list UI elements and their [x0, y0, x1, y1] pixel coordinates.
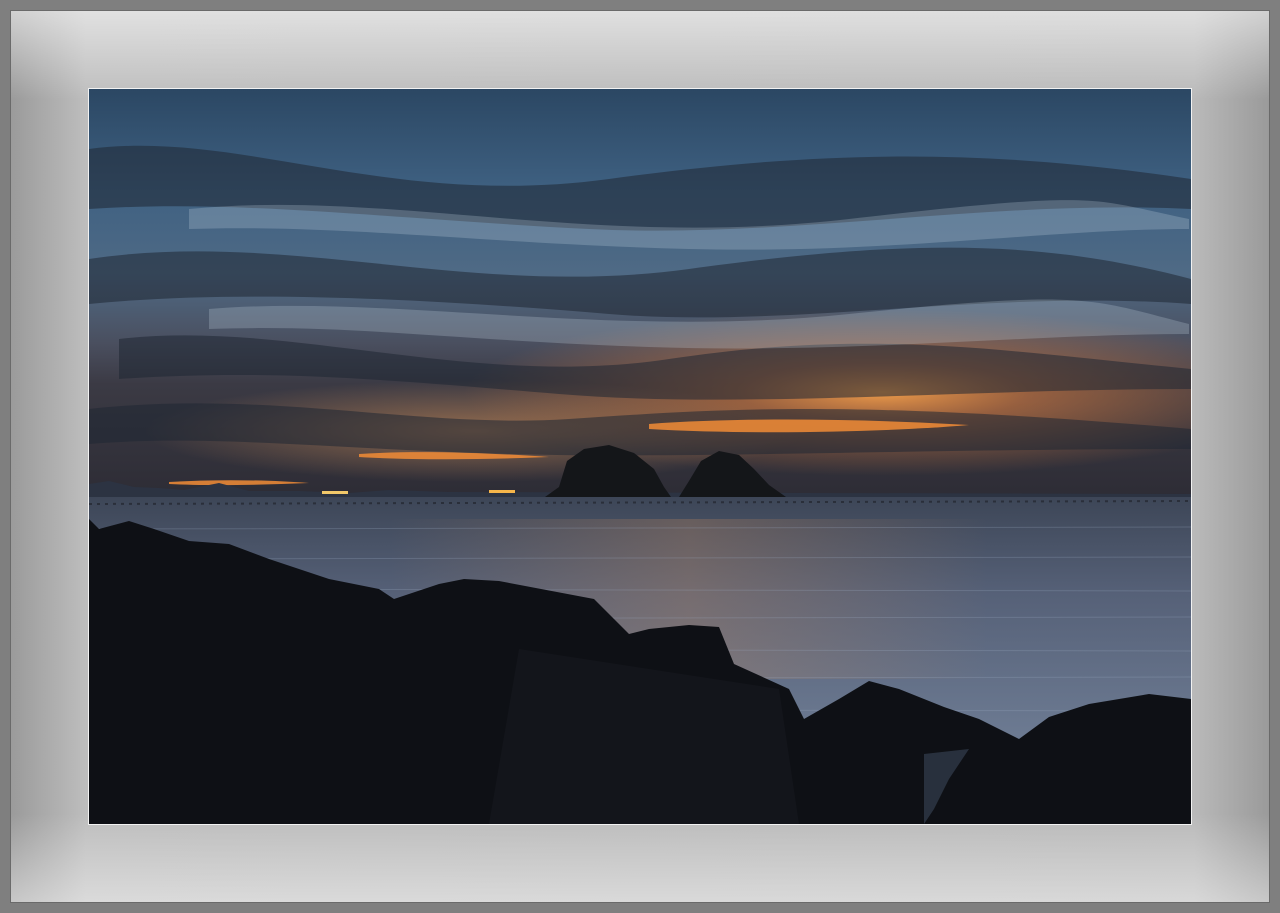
photo [88, 88, 1192, 825]
outer-frame [0, 0, 1280, 913]
sunset-seascape-image [89, 89, 1191, 824]
